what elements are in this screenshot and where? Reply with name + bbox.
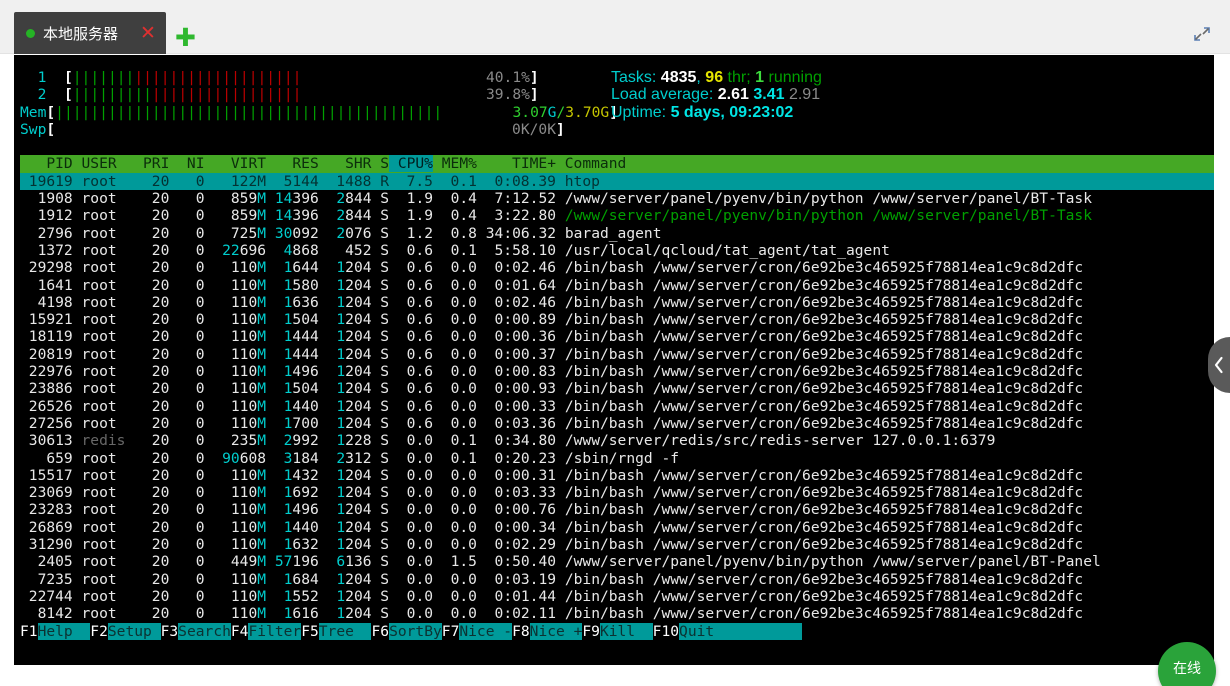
fkey-label-setup[interactable]: Setup xyxy=(107,622,161,640)
process-row[interactable]: 1641 root 20 0 110M 1580 1204 S 0.6 0.0 … xyxy=(20,277,1214,294)
fkey-label-sortby[interactable]: SortBy xyxy=(389,622,442,640)
process-row[interactable]: 8142 root 20 0 110M 1616 1204 S 0.0 0.0 … xyxy=(20,605,1214,622)
htop-output: 1 [|||||||||||||||||||||||||| 40.1%] 2 [… xyxy=(20,69,1214,640)
fkey-label-nice[interactable]: Nice + xyxy=(529,622,583,640)
add-tab-icon[interactable]: ✚ xyxy=(175,25,196,50)
online-status-label: 在线 xyxy=(1173,661,1201,677)
terminal-pane[interactable]: 1 [|||||||||||||||||||||||||| 40.1%] 2 [… xyxy=(14,55,1214,665)
process-row[interactable]: 27256 root 20 0 110M 1700 1204 S 0.6 0.0… xyxy=(20,415,1214,432)
process-table-header[interactable]: PID USER PRI NI VIRT RES SHR S CPU% MEM%… xyxy=(20,155,1214,173)
tasks-line: Tasks: 4835, 96 thr; 1 running xyxy=(611,69,822,86)
process-row[interactable]: 2796 root 20 0 725M 30092 2076 S 1.2 0.8… xyxy=(20,225,1214,242)
expand-arrows-icon[interactable] xyxy=(1192,24,1212,44)
fkey-number[interactable]: F3 xyxy=(160,622,179,640)
fkey-label-kill[interactable]: Kill xyxy=(599,622,653,640)
connection-status-dot xyxy=(26,28,35,38)
process-row[interactable]: 31290 root 20 0 110M 1632 1204 S 0.0 0.0… xyxy=(20,536,1214,553)
load-average-line: Load average: 2.61 3.41 2.91 xyxy=(611,86,821,104)
fkey-number[interactable]: F4 xyxy=(230,622,249,640)
process-row[interactable]: 1372 root 20 0 22696 4868 452 S 0.6 0.1 … xyxy=(20,242,1214,259)
process-row[interactable]: 2405 root 20 0 449M 57196 6136 S 0.0 1.5… xyxy=(20,553,1214,570)
process-row[interactable]: 20819 root 20 0 110M 1444 1204 S 0.6 0.0… xyxy=(20,346,1214,363)
uptime-line: Uptime: 5 days, 09:23:02 xyxy=(611,103,794,121)
tab-label: 本地服务器 xyxy=(43,24,119,43)
process-row[interactable]: 26869 root 20 0 110M 1440 1204 S 0.0 0.0… xyxy=(20,519,1214,536)
process-row[interactable]: 15921 root 20 0 110M 1504 1204 S 0.6 0.0… xyxy=(20,311,1214,328)
process-row[interactable]: 4198 root 20 0 110M 1636 1204 S 0.6 0.0 … xyxy=(20,294,1214,311)
process-row[interactable]: 22976 root 20 0 110M 1496 1204 S 0.6 0.0… xyxy=(20,363,1214,380)
fkey-label-tree[interactable]: Tree xyxy=(318,622,372,640)
fkey-number[interactable]: F6 xyxy=(371,622,390,640)
process-row[interactable]: 15517 root 20 0 110M 1432 1204 S 0.0 0.0… xyxy=(20,467,1214,484)
fkey-label-quit[interactable]: Quit xyxy=(679,622,732,640)
process-row[interactable]: 7235 root 20 0 110M 1684 1204 S 0.0 0.0 … xyxy=(20,571,1214,588)
fkey-label-help[interactable]: Help xyxy=(37,622,91,640)
fkey-number[interactable]: F5 xyxy=(301,622,319,640)
fkey-label-nice[interactable]: Nice - xyxy=(459,622,513,640)
tab-bar: 本地服务器 ✕ ✚ xyxy=(0,0,1230,54)
process-row[interactable]: 23886 root 20 0 110M 1504 1204 S 0.6 0.0… xyxy=(20,380,1214,397)
function-key-bar[interactable]: F1Help F2Setup F3SearchF4FilterF5Tree F6… xyxy=(20,622,1214,640)
process-row[interactable]: 22744 root 20 0 110M 1552 1204 S 0.0 0.0… xyxy=(20,588,1214,605)
fkey-number[interactable]: F8 xyxy=(512,622,530,640)
fkey-number[interactable]: F9 xyxy=(582,622,600,640)
tab-local-server[interactable]: 本地服务器 ✕ xyxy=(14,12,166,54)
process-row[interactable]: 26526 root 20 0 110M 1440 1204 S 0.6 0.0… xyxy=(20,398,1214,415)
fkey-number[interactable]: F1 xyxy=(20,622,38,640)
fkey-label-search[interactable]: Search xyxy=(178,622,231,640)
process-row[interactable]: 23069 root 20 0 110M 1692 1204 S 0.0 0.0… xyxy=(20,484,1214,501)
fkey-label-filter[interactable]: Filter xyxy=(248,622,302,640)
process-row[interactable]: 18119 root 20 0 110M 1444 1204 S 0.6 0.0… xyxy=(20,328,1214,345)
process-row[interactable]: 1908 root 20 0 859M 14396 2844 S 1.9 0.4… xyxy=(20,190,1214,207)
process-row[interactable]: 659 root 20 0 90608 3184 2312 S 0.0 0.1 … xyxy=(20,450,1214,467)
process-row[interactable]: 19619 root 20 0 122M 5144 1488 R 7.5 0.1… xyxy=(20,172,1214,191)
remote-terminal-page: 本地服务器 ✕ ✚ 1 [|||||||||||||||||||||||||| … xyxy=(0,0,1230,686)
swap-meter: Swp[ 0K/0K] xyxy=(20,120,565,138)
process-row[interactable]: 30613 redis 20 0 235M 2992 1228 S 0.0 0.… xyxy=(20,432,1214,449)
process-row[interactable]: 23283 root 20 0 110M 1496 1204 S 0.0 0.0… xyxy=(20,501,1214,518)
fkey-number[interactable]: F7 xyxy=(441,622,460,640)
fkey-number[interactable]: F10 xyxy=(652,622,680,640)
system-summary: Tasks: 4835, 96 thr; 1 running Load avera… xyxy=(611,69,822,121)
column-header-cpu[interactable]: CPU% xyxy=(389,155,433,173)
process-row[interactable]: 1912 root 20 0 859M 14396 2844 S 1.9 0.4… xyxy=(20,207,1214,224)
close-icon[interactable]: ✕ xyxy=(140,23,156,43)
process-row[interactable]: 29298 root 20 0 110M 1644 1204 S 0.6 0.0… xyxy=(20,259,1214,276)
fkey-number[interactable]: F2 xyxy=(90,622,108,640)
chevron-left-icon xyxy=(1214,356,1223,374)
